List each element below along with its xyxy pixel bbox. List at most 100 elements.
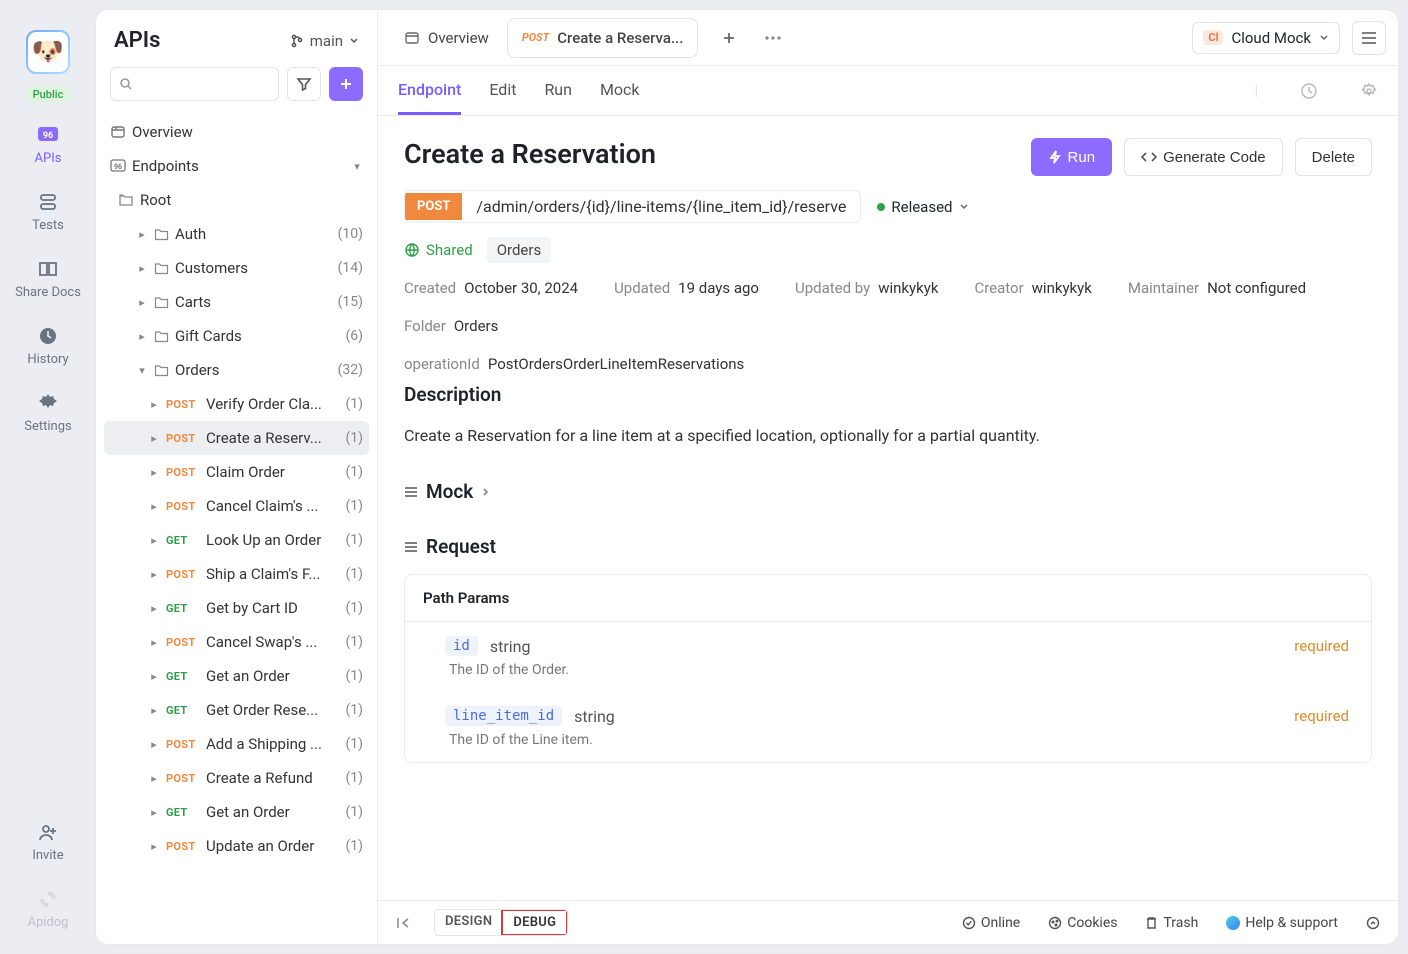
left-rail: 🐶 Public 96 APIs Tests Share Docs Histor… [0,10,96,944]
menu-button[interactable] [1352,21,1386,55]
meta-created-value: October 30, 2024 [464,279,578,297]
meta-opid-label: operationId [404,355,480,373]
more-tabs-button[interactable] [756,21,790,55]
tree-endpoint[interactable]: ▸POSTVerify Order Cla...(1) [104,387,369,421]
rail-history[interactable]: History [0,310,96,371]
add-button[interactable] [329,67,363,101]
rail-apis[interactable]: 96 APIs [0,109,96,170]
debug-mode-button[interactable]: DEBUG [501,909,568,936]
subtab-run[interactable]: Run [544,66,572,115]
tree-endpoint[interactable]: ▸GETGet an Order(1) [104,659,369,693]
rail-share[interactable]: Share Docs [0,243,96,304]
caret-icon: ▸ [148,602,160,615]
workspace-avatar[interactable]: 🐶 [26,30,70,74]
tree-endpoints[interactable]: 96 Endpoints ▾ [104,149,369,183]
rail-settings[interactable]: Settings [0,377,96,438]
cookies-button[interactable]: Cookies [1048,915,1117,931]
tree-folder[interactable]: ▸Carts(15) [104,285,369,319]
mock-section-toggle[interactable]: Mock [404,480,1372,503]
branch-selector[interactable]: main [290,32,359,50]
tree-folder[interactable]: ▸Gift Cards(6) [104,319,369,353]
folder-tag[interactable]: Orders [487,237,552,263]
environment-selector[interactable]: Cl Cloud Mock [1192,22,1340,54]
tree-endpoint[interactable]: ▸POSTCancel Claim's ...(1) [104,489,369,523]
rail-invite[interactable]: Invite [0,806,96,867]
plus-icon [339,77,353,91]
add-tab-button[interactable] [712,21,746,55]
endpoint-count: (1) [345,770,363,786]
rail-settings-label: Settings [24,419,71,434]
history-icon-button[interactable] [1300,82,1318,100]
trash-button[interactable]: Trash [1145,915,1198,931]
tree-folder[interactable]: ▸Auth(10) [104,217,369,251]
subtab-endpoint[interactable]: Endpoint [398,66,461,115]
param-row: idstringrequiredThe ID of the Order. [405,622,1371,692]
online-status[interactable]: Online [962,915,1020,931]
endpoint-name: Add a Shipping ... [206,735,339,753]
shared-indicator: Shared [404,241,473,259]
rail-apis-label: APIs [35,151,62,166]
tab-active[interactable]: POST Create a Reserva... [507,18,699,58]
request-section-toggle[interactable]: Request [404,535,1372,558]
branch-name: main [310,32,343,50]
caret-icon: ▸ [148,500,160,513]
root-folder-icon [118,192,134,208]
tree-endpoint[interactable]: ▸POSTAdd a Shipping ...(1) [104,727,369,761]
endpoint-name: Cancel Claim's ... [206,497,339,515]
endpoint-name: Update an Order [206,837,339,855]
subtab-edit[interactable]: Edit [489,66,516,115]
delete-button[interactable]: Delete [1295,138,1372,176]
caret-icon: ▸ [136,228,148,241]
tree-endpoint[interactable]: ▸POSTCancel Swap's ...(1) [104,625,369,659]
env-name: Cloud Mock [1231,29,1311,47]
status-selector[interactable]: Released [877,198,968,216]
method-badge: POST [166,432,200,445]
menu-icon [1361,32,1377,44]
tree-overview[interactable]: Overview [104,115,369,149]
run-button[interactable]: Run [1031,138,1113,176]
tree-folder[interactable]: ▸Customers(14) [104,251,369,285]
tree-endpoint[interactable]: ▸POSTClaim Order(1) [104,455,369,489]
endpoint-name: Get by Cart ID [206,599,339,617]
lightning-icon [1048,150,1062,164]
tree-endpoint[interactable]: ▸GETGet Order Rese...(1) [104,693,369,727]
search-input[interactable] [110,67,279,101]
tree-endpoint[interactable]: ▸POSTUpdate an Order(1) [104,829,369,863]
endpoint-name: Claim Order [206,463,339,481]
tree-endpoint[interactable]: ▸GETGet an Order(1) [104,795,369,829]
endpoint-name: Create a Refund [206,769,339,787]
endpoint-name: Get an Order [206,667,339,685]
tree-endpoint[interactable]: ▸POSTCreate a Refund(1) [104,761,369,795]
tree-endpoint[interactable]: ▸GETLook Up an Order(1) [104,523,369,557]
collapse-sidebar-button[interactable] [396,916,412,930]
endpoint-name: Get Order Rese... [206,701,339,719]
help-button[interactable]: Help & support [1226,915,1338,931]
list-icon [404,486,418,498]
expand-button[interactable] [1366,916,1380,930]
param-name: id [445,636,478,656]
tree-endpoint[interactable]: ▸POSTShip a Claim's F...(1) [104,557,369,591]
endpoints-icon: 96 [110,159,126,173]
folder-count: (10) [338,226,363,242]
rail-tests[interactable]: Tests [0,176,96,237]
subtab-mock[interactable]: Mock [600,66,640,115]
design-mode-button[interactable]: DESIGN [435,910,502,935]
tab-overview[interactable]: Overview [390,18,503,58]
generate-code-button[interactable]: Generate Code [1124,138,1283,176]
settings-icon-button[interactable] [1360,82,1378,100]
filter-icon [296,76,312,92]
method-badge: POST [166,636,200,649]
env-chip: Cl [1203,30,1223,45]
endpoint-count: (1) [345,736,363,752]
tree-endpoint[interactable]: ▸POSTCreate a Reserv...(1) [104,421,369,455]
folder-count: (6) [345,328,363,344]
tree-folder[interactable]: ▾Orders(32) [104,353,369,387]
tree-endpoint[interactable]: ▸GETGet by Cart ID(1) [104,591,369,625]
tree-endpoints-label: Endpoints [132,157,345,175]
tree-root[interactable]: Root [104,183,369,217]
caret-icon: ▸ [148,806,160,819]
caret-icon: ▸ [148,704,160,717]
public-badge: Public [25,86,72,103]
filter-button[interactable] [287,67,321,101]
method-badge: GET [166,806,200,819]
